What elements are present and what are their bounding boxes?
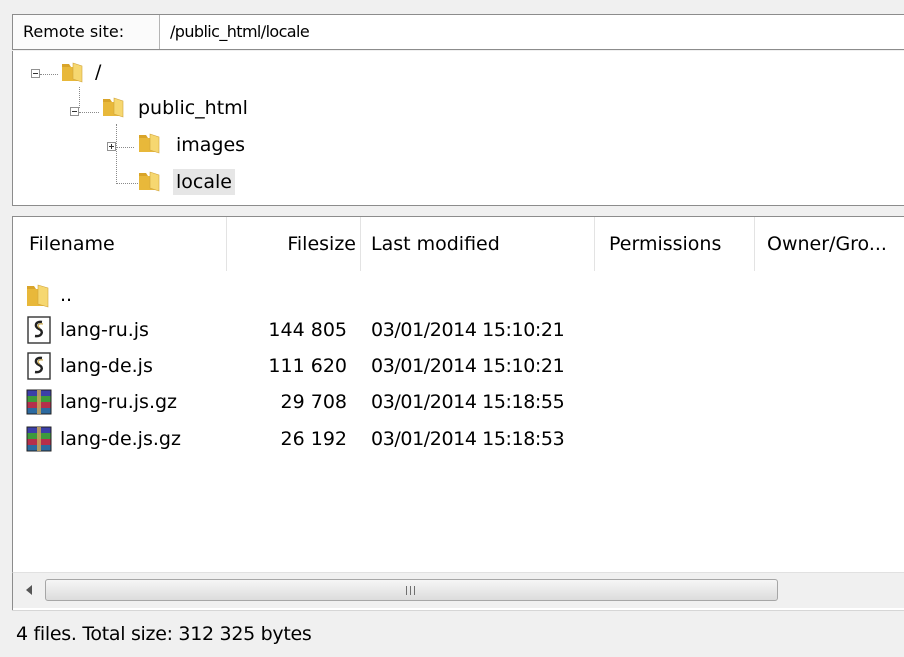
status-bar: 4 files. Total size: 312 325 bytes — [12, 610, 904, 656]
collapse-root-icon[interactable] — [31, 69, 40, 78]
folder-icon — [62, 62, 83, 83]
file-size: 29 708 — [280, 391, 347, 413]
file-list: Filename Filesize Last modified Permissi… — [12, 216, 904, 610]
file-name: lang-de.js.gz — [60, 428, 181, 450]
remote-site-label: Remote site: — [13, 15, 160, 49]
column-filesize[interactable]: Filesize — [227, 217, 361, 271]
archive-file-icon — [26, 426, 52, 452]
tree-node-images[interactable]: images — [176, 132, 245, 158]
list-item-file[interactable]: lang-ru.js.gz 29 708 03/01/2014 15:18:55 — [13, 384, 904, 421]
list-item-file[interactable]: lang-de.js.gz 26 192 03/01/2014 15:18:53 — [13, 421, 904, 458]
directory-tree: / public_html images locale — [12, 51, 904, 206]
file-size: 144 805 — [268, 319, 347, 341]
script-file-icon — [27, 316, 51, 344]
file-modified: 03/01/2014 15:10:21 — [371, 319, 565, 341]
file-modified: 03/01/2014 15:18:53 — [371, 428, 565, 450]
list-item-file[interactable]: lang-de.js 111 620 03/01/2014 15:10:21 — [13, 348, 904, 385]
tree-node-public-html[interactable]: public_html — [138, 95, 248, 121]
file-name: lang-ru.js.gz — [60, 391, 178, 413]
list-item-file[interactable]: lang-ru.js 144 805 03/01/2014 15:10:21 — [13, 312, 904, 349]
arrow-left-icon[interactable] — [13, 573, 45, 607]
file-name: lang-de.js — [60, 355, 153, 377]
remote-site-path-input[interactable]: /public_html/locale — [170, 15, 310, 49]
column-filename[interactable]: Filename — [13, 217, 227, 271]
tree-node-locale[interactable]: locale — [173, 169, 235, 195]
folder-icon — [139, 171, 160, 192]
scrollbar-thumb[interactable] — [45, 579, 778, 601]
column-last-modified[interactable]: Last modified — [361, 217, 595, 271]
grip-icon — [406, 586, 416, 595]
remote-site-bar: Remote site: /public_html/locale — [12, 14, 904, 50]
folder-icon — [27, 284, 49, 308]
file-list-header: Filename Filesize Last modified Permissi… — [13, 217, 904, 271]
list-item-parent[interactable]: .. — [13, 277, 904, 314]
file-name: .. — [60, 284, 73, 306]
expand-images-icon[interactable] — [107, 142, 116, 151]
folder-icon — [139, 133, 160, 154]
script-file-icon — [27, 352, 51, 380]
collapse-public-html-icon[interactable] — [70, 107, 79, 116]
file-size: 26 192 — [280, 428, 347, 450]
horizontal-scrollbar[interactable] — [12, 572, 904, 608]
archive-file-icon — [26, 389, 52, 415]
file-size: 111 620 — [268, 355, 347, 377]
folder-icon — [103, 97, 124, 118]
pane-splitter[interactable] — [12, 206, 904, 216]
file-name: lang-ru.js — [60, 319, 149, 341]
column-permissions[interactable]: Permissions — [595, 217, 755, 271]
tree-node-root[interactable]: / — [95, 59, 101, 85]
status-text: 4 files. Total size: 312 325 bytes — [16, 623, 312, 645]
file-modified: 03/01/2014 15:10:21 — [371, 355, 565, 377]
file-modified: 03/01/2014 15:18:55 — [371, 391, 565, 413]
column-owner-group[interactable]: Owner/Gro... — [755, 217, 904, 271]
